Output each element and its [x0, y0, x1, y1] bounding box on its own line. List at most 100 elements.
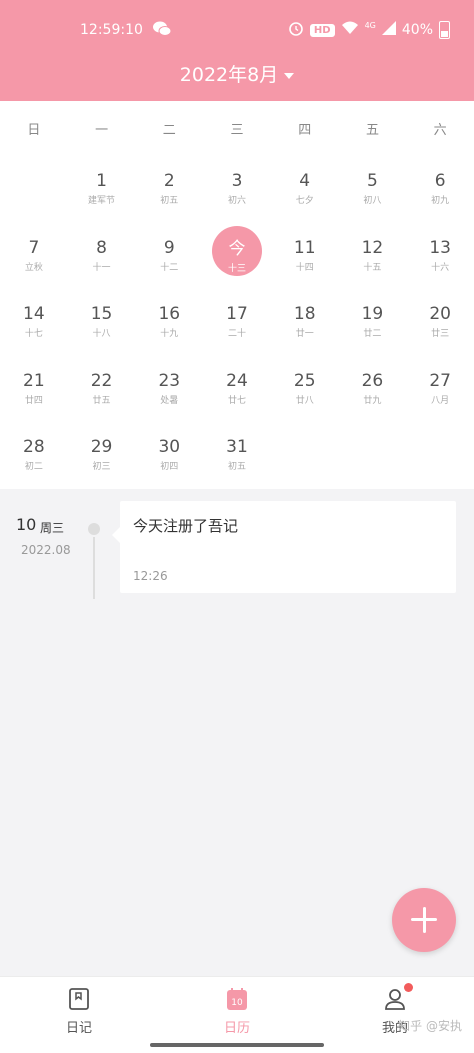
timeline-line: [93, 537, 95, 599]
day-cell[interactable]: 1 建军节: [68, 149, 136, 216]
day-cell[interactable]: 3 初六: [203, 149, 271, 216]
network-label: 4G: [364, 20, 376, 30]
entry-day: 10: [16, 515, 37, 534]
day-number: 22: [90, 370, 113, 391]
signal-icon: [381, 21, 396, 39]
lunar-date: 廿四: [24, 395, 43, 406]
day-number: 4: [299, 171, 311, 191]
lunar-date: 廿七: [227, 395, 246, 406]
day-cell[interactable]: 7 立秋: [0, 216, 68, 283]
day-cell[interactable]: 4 七夕: [271, 149, 339, 216]
day-cell[interactable]: 8 十一: [68, 216, 136, 283]
day-cell[interactable]: 12 十五: [339, 216, 407, 283]
lunar-date: 十七: [24, 329, 43, 339]
day-number: 19: [361, 304, 384, 324]
day-number: 11: [293, 237, 316, 258]
lunar-date: 十四: [295, 262, 314, 273]
nav-calendar[interactable]: 10 日历: [158, 977, 316, 1053]
day-number: 20: [429, 304, 451, 324]
day-cell[interactable]: 18 廿一: [271, 282, 339, 349]
day-cell[interactable]: 6 初九: [406, 149, 474, 216]
day-cell[interactable]: 5 初八: [339, 149, 407, 216]
lunar-date: 建军节: [88, 196, 116, 206]
lunar-date: 十八: [92, 329, 111, 339]
day-number: 3: [231, 171, 243, 191]
watermark: 知乎 @安执: [398, 1019, 462, 1033]
battery-percent: 40%: [401, 22, 433, 38]
entry-year-month: 2022.08: [21, 543, 71, 557]
diary-entry-card[interactable]: 今天注册了吾记 12:26: [112, 501, 456, 593]
day-number: 7: [28, 237, 40, 258]
add-entry-button[interactable]: [392, 888, 456, 952]
day-number: 27: [429, 370, 451, 391]
nav-diary-label: 日记: [65, 1021, 92, 1036]
calendar-icon: 10: [225, 987, 249, 1011]
lunar-date: 初三: [92, 462, 111, 472]
notification-dot: [404, 983, 413, 992]
lunar-date: 初四: [160, 462, 179, 472]
weekday-header: 日一二三四五六: [0, 119, 474, 138]
caret-down-icon: [284, 72, 295, 79]
day-cell[interactable]: 22 廿五: [68, 349, 136, 416]
weekday-label: 一: [95, 123, 109, 138]
day-cell[interactable]: 27 八月: [406, 349, 474, 416]
day-number: 18: [293, 304, 316, 324]
lunar-date: 廿九: [363, 395, 382, 406]
day-number: 今: [228, 238, 246, 259]
lunar-date: 八月: [431, 395, 450, 406]
lunar-date: 十二: [160, 262, 179, 273]
weekday-label: 三: [230, 123, 244, 138]
alarm-icon: [288, 20, 304, 40]
day-number: 31: [226, 437, 248, 457]
day-cell[interactable]: 17 二十: [203, 282, 271, 349]
lunar-date: 十一: [92, 262, 111, 273]
nav-diary[interactable]: 日记: [0, 977, 158, 1053]
app-header: 12:59:10 HD 4G 40% 2022年8月: [0, 0, 474, 101]
day-number: 8: [96, 237, 107, 258]
day-number: 24: [226, 370, 248, 391]
day-cell[interactable]: 24 廿七: [203, 349, 271, 416]
home-indicator[interactable]: [150, 1043, 324, 1047]
day-cell[interactable]: 16 十九: [135, 282, 203, 349]
day-cell[interactable]: 23 处暑: [135, 349, 203, 416]
lunar-date: 立秋: [24, 262, 43, 273]
day-number: 13: [429, 237, 451, 258]
day-number: 25: [293, 370, 316, 391]
day-cell[interactable]: 30 初四: [135, 415, 203, 482]
day-cell[interactable]: 28 初二: [0, 415, 68, 482]
day-cell[interactable]: 25 廿八: [271, 349, 339, 416]
day-cell[interactable]: 9 十二: [135, 216, 203, 283]
day-cell[interactable]: 19 廿二: [339, 282, 407, 349]
day-cell[interactable]: 13 十六: [406, 216, 474, 283]
day-cell-today[interactable]: 今十三: [203, 216, 271, 283]
battery-icon: [439, 21, 450, 39]
day-cell[interactable]: 20 廿三: [406, 282, 474, 349]
lunar-date: 廿五: [92, 395, 111, 406]
nav-mine[interactable]: 我的: [316, 977, 474, 1053]
day-cell[interactable]: 21 廿四: [0, 349, 68, 416]
day-cell[interactable]: 29 初三: [68, 415, 136, 482]
lunar-date: 廿一: [295, 329, 314, 339]
day-number: 1: [96, 171, 107, 191]
day-number: 17: [226, 304, 248, 324]
lunar-date: 初五: [227, 462, 246, 472]
month-selector[interactable]: 2022年8月: [0, 60, 474, 87]
lunar-date: 廿三: [431, 329, 450, 339]
day-cell[interactable]: 15 十八: [68, 282, 136, 349]
status-time: 12:59:10: [80, 22, 143, 38]
lunar-date: 廿二: [363, 329, 382, 339]
day-number: 9: [163, 237, 175, 258]
day-cell[interactable]: 26 廿九: [339, 349, 407, 416]
day-number: 23: [158, 370, 181, 391]
day-cell[interactable]: 14 十七: [0, 282, 68, 349]
lunar-date: 初二: [24, 462, 43, 472]
weekday-label: 五: [365, 123, 379, 138]
lunar-date: 处暑: [160, 395, 179, 406]
day-cell[interactable]: 31 初五: [203, 415, 271, 482]
day-cell[interactable]: 11 十四: [271, 216, 339, 283]
entry-text: 今天注册了吾记: [133, 517, 239, 535]
day-number: 14: [23, 304, 45, 324]
day-cell[interactable]: 2 初五: [135, 149, 203, 216]
day-number: 28: [23, 437, 45, 457]
calendar-panel: 日一二三四五六 1 建军节 2 初五 3 初六 4 七夕 5 初八 6 初九 7 立秋 8 十一 9 十二今十三 1…: [0, 101, 474, 489]
